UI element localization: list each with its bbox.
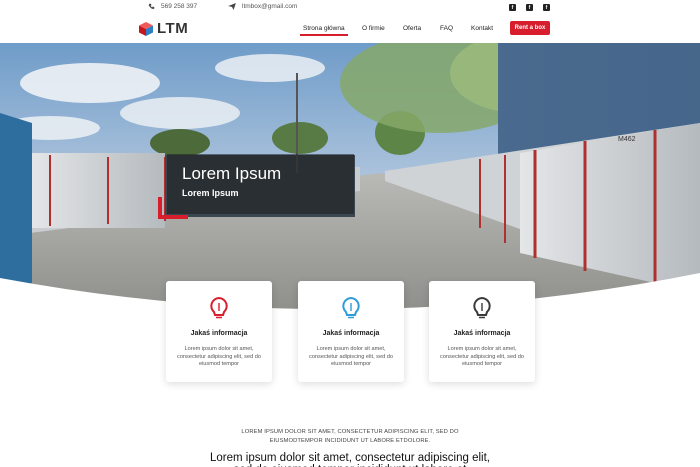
nav-item-contact[interactable]: Kontakt [471, 25, 493, 32]
card-title: Jakaś informacja [322, 330, 380, 337]
main-navigation: LTM Strona główna O firmie Oferta FAQ Ko… [0, 16, 700, 44]
container-number-label: M462 [618, 136, 636, 143]
section-intro-text: LOREM IPSUM DOLOR SIT AMET, CONSECTETUR … [241, 429, 459, 444]
hero-title: Lorem Ipsum [182, 164, 282, 183]
facebook-icon[interactable]: f [526, 4, 533, 11]
nav-item-about[interactable]: O firmie [362, 25, 385, 32]
email-address: ltmbox@gmail.com [242, 3, 298, 10]
phone-icon [148, 3, 155, 9]
rent-a-box-button[interactable]: Rent a box [510, 21, 550, 35]
hero-banner: M462 Lorem Ipsum Lorem Ipsum [0, 43, 700, 313]
nav-item-offer[interactable]: Oferta [403, 25, 421, 32]
facebook-icon[interactable]: f [543, 4, 550, 11]
hero-caption-box [167, 154, 354, 214]
hero-subtitle: Lorem Ipsum [182, 188, 239, 198]
logo[interactable]: LTM [138, 20, 188, 37]
phone-number: 569 258 397 [161, 3, 198, 10]
card-title: Jakaś informacja [190, 330, 248, 337]
logo-text: LTM [157, 20, 189, 37]
top-contact-bar: 569 258 397 ltmbox@gmail.com f f f [0, 0, 700, 16]
cube-logo-icon [139, 21, 153, 36]
nav-item-home[interactable]: Strona główna [300, 25, 348, 36]
email-contact[interactable]: ltmbox@gmail.com [228, 3, 297, 10]
card-title: Jakaś informacja [453, 330, 511, 337]
phone-contact[interactable]: 569 258 397 [148, 3, 197, 10]
info-card: Jakaś informacja Lorem ipsum dolor sit a… [166, 281, 272, 382]
info-card: Jakaś informacja Lorem ipsum dolor sit a… [429, 281, 535, 382]
lightbulb-icon [342, 296, 360, 319]
send-icon [228, 3, 236, 10]
card-text: Lorem ipsum dolor sit amet, consectetur … [440, 346, 524, 367]
hero-accent-corner [158, 197, 188, 219]
info-card: Jakaś informacja Lorem ipsum dolor sit a… [298, 281, 404, 382]
section-heading: Lorem ipsum dolor sit amet, consectetur … [210, 452, 490, 467]
facebook-icon[interactable]: f [509, 4, 516, 11]
card-text: Lorem ipsum dolor sit amet, consectetur … [177, 346, 261, 367]
card-text: Lorem ipsum dolor sit amet, consectetur … [309, 346, 393, 367]
lightbulb-icon [473, 296, 491, 319]
lightbulb-icon [210, 296, 228, 319]
nav-item-faq[interactable]: FAQ [440, 25, 453, 32]
